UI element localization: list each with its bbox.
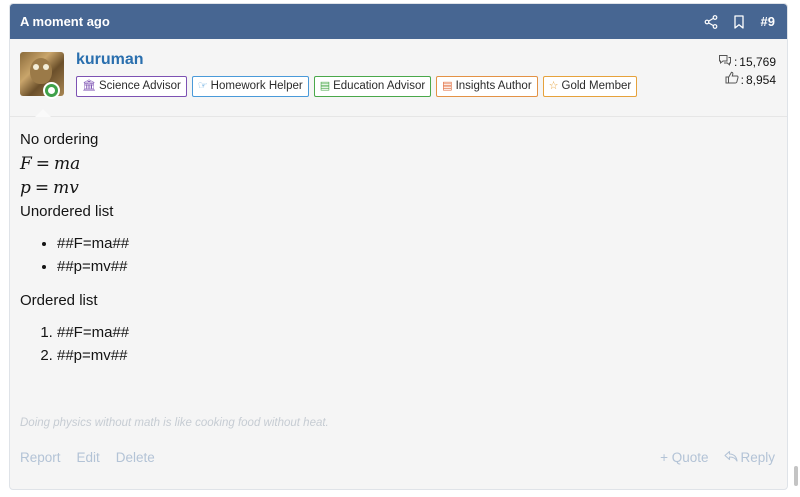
scrollbar[interactable] [794,466,798,486]
reaction-count: :8,954 [718,71,776,89]
comments-icon [718,54,732,71]
message-count: :15,769 [718,54,776,71]
share-icon[interactable] [703,14,719,30]
user-block: kuruman 🏛︎ Science Advisor ☞ Homework He… [10,39,787,117]
post-header: A moment ago #9 [10,4,787,39]
online-status-icon [43,82,60,99]
badge-education-advisor: ▤ Education Advisor [313,76,432,97]
badge-insights-author: ▤ Insights Author [436,76,538,97]
hand-point-icon: ☞ [197,80,208,92]
list-item: ##p=mv## [57,344,770,367]
bookmark-icon[interactable] [731,14,747,30]
list-item: ##F=ma## [57,321,770,344]
unordered-list: ##F=ma## ##p=mv## [57,232,770,278]
post-time[interactable]: A moment ago [20,14,691,29]
equation-force: F = ma [20,154,81,174]
ordered-list: ##F=ma## ##p=mv## [57,321,770,367]
thumbs-up-icon [725,71,739,89]
institution-icon: 🏛︎ [82,80,96,92]
delete-link[interactable]: Delete [116,450,155,465]
post-number-link[interactable]: #9 [761,14,775,29]
reply-icon [724,450,739,465]
heading-ordered-list: Ordered list [20,292,98,309]
star-icon: ☆ [548,80,559,92]
heading-unordered-list: Unordered list [20,203,114,220]
reply-button[interactable]: Reply [724,450,775,465]
edit-link[interactable]: Edit [77,450,100,465]
username-link[interactable]: kuruman [76,51,144,69]
user-badges: 🏛︎ Science Advisor ☞ Homework Helper ▤ E… [76,76,638,97]
badge-homework-helper: ☞ Homework Helper [191,76,309,97]
badge-gold-member: ☆ Gold Member [542,76,638,97]
book-icon: ▤ [319,80,331,92]
badge-science-advisor: 🏛︎ Science Advisor [76,76,187,97]
report-link[interactable]: Report [20,450,61,465]
document-icon: ▤ [442,80,453,92]
list-item: ##p=mv## [57,255,770,278]
equation-momentum: p = mv [20,178,79,198]
forum-post: A moment ago #9 kuruman 🏛︎ Science Advis… [9,3,788,490]
heading-no-ordering: No ordering [20,131,99,148]
user-stats: :15,769 :8,954 [718,54,776,89]
post-content: No ordering F=ma p=mv Unordered list ##F… [20,128,770,367]
post-actions: Report Edit Delete + Quote Reply [20,450,775,465]
quote-button[interactable]: + Quote [660,450,708,465]
list-item: ##F=ma## [57,232,770,255]
signature: Doing physics without math is like cooki… [20,417,329,429]
